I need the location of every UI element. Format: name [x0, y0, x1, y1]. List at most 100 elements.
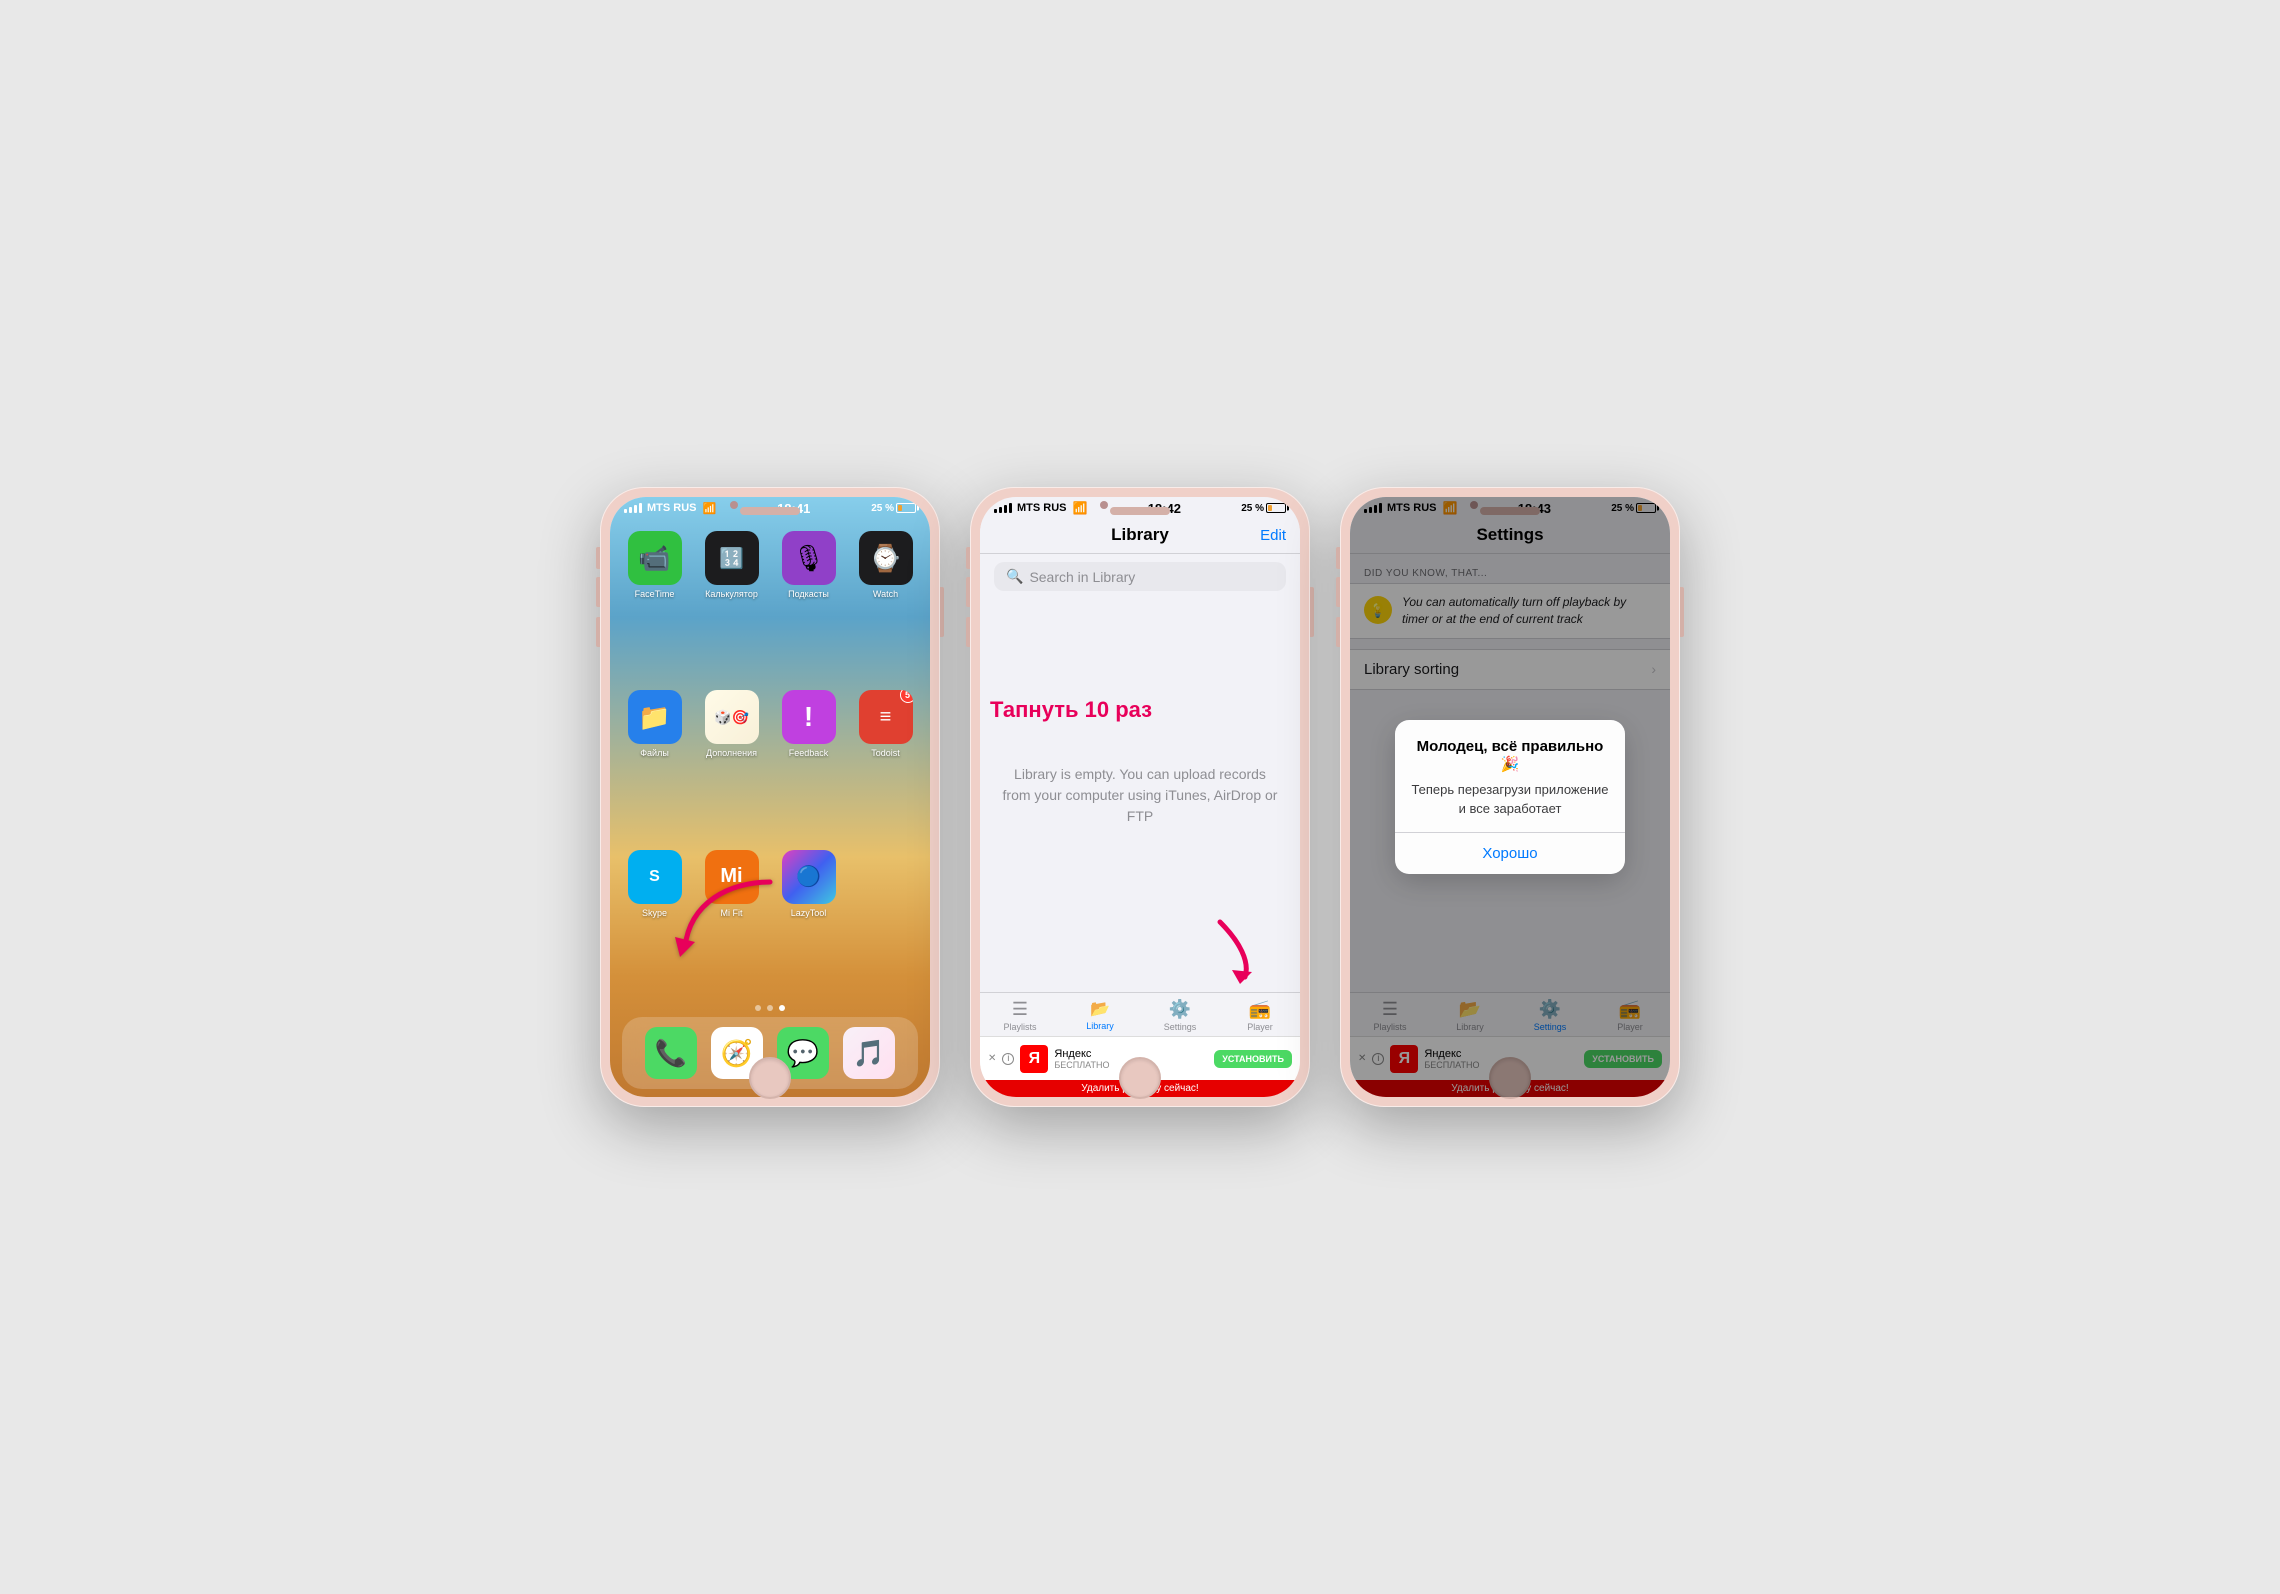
- tab-settings-2[interactable]: ⚙️ Settings: [1140, 999, 1220, 1032]
- calculator-icon: 🔢: [705, 531, 759, 585]
- search-bar[interactable]: 🔍 Search in Library: [994, 562, 1286, 591]
- mute-button[interactable]: [596, 547, 600, 569]
- skype-label: Skype: [642, 908, 667, 919]
- phone-3-vol-dn[interactable]: [1336, 617, 1340, 647]
- library-screen: MTS RUS 📶 18:42 25 % Library Edit: [980, 497, 1300, 1097]
- battery-label-2: 25 %: [1241, 503, 1264, 514]
- tab-player-label: Player: [1247, 1022, 1273, 1032]
- lazytool-label: LazyTool: [791, 908, 827, 919]
- podcasts-icon: 🎙: [782, 531, 836, 585]
- feedback-label: Feedback: [789, 748, 829, 759]
- phone-2-vol-up[interactable]: [966, 577, 970, 607]
- ad-info-icon[interactable]: i: [1002, 1053, 1014, 1065]
- phone-3-mute[interactable]: [1336, 547, 1340, 569]
- app-watch[interactable]: ⌚ Watch: [855, 531, 916, 674]
- time-2: 18:42: [1148, 501, 1181, 516]
- dot-2: [767, 1005, 773, 1011]
- todoist-icon: ≡ 5: [859, 690, 913, 744]
- tap-annotation: Тапнуть 10 раз: [990, 697, 1152, 723]
- library-nav-bar: Library Edit: [980, 519, 1300, 554]
- search-placeholder: Search in Library: [1029, 569, 1135, 585]
- time-display: 18:41: [777, 501, 810, 516]
- phone-2-power[interactable]: [1310, 587, 1314, 637]
- phone-1-screen: MTS RUS 📶 18:41 25 % 📹 FaceTime: [610, 497, 930, 1097]
- ad-close-icon[interactable]: ✕: [988, 1053, 996, 1064]
- signal-indicator: MTS RUS 📶: [624, 502, 716, 515]
- volume-down-button[interactable]: [596, 617, 600, 647]
- phone-1: MTS RUS 📶 18:41 25 % 📹 FaceTime: [600, 487, 940, 1107]
- phone-3-screen: MTS RUS 📶 18:43 25 % Settings DID YOU KN…: [1350, 497, 1670, 1097]
- addons-icon: 🎲🎯: [705, 690, 759, 744]
- addons-label: Дополнения: [706, 748, 757, 759]
- player-icon: 📻: [1249, 999, 1271, 1020]
- dot-3: [779, 1005, 785, 1011]
- alert-dialog: Молодец, всё правильно 🎉 Теперь перезагр…: [1395, 720, 1625, 873]
- tab-library-2[interactable]: 📂 Library: [1060, 999, 1140, 1032]
- facetime-label: FaceTime: [635, 589, 675, 600]
- power-button[interactable]: [940, 587, 944, 637]
- alert-title: Молодец, всё правильно 🎉: [1411, 738, 1609, 773]
- tab-library-label: Library: [1086, 1021, 1114, 1031]
- tab-player-2[interactable]: 📻 Player: [1220, 999, 1300, 1032]
- arrow-annotation: [670, 872, 790, 977]
- files-label: Файлы: [640, 748, 669, 759]
- install-button-2[interactable]: УСТАНОВИТЬ: [1214, 1050, 1292, 1068]
- phone-2-mute[interactable]: [966, 547, 970, 569]
- tab-playlists-label: Playlists: [1003, 1022, 1036, 1032]
- app-facetime[interactable]: 📹 FaceTime: [624, 531, 685, 674]
- battery-fill: [898, 505, 902, 511]
- alert-ok-button[interactable]: Хорошо: [1395, 833, 1625, 874]
- playlists-icon: ☰: [1012, 999, 1028, 1020]
- files-icon: 📁: [628, 690, 682, 744]
- dock-music[interactable]: 🎵: [843, 1027, 895, 1079]
- phone-3: MTS RUS 📶 18:43 25 % Settings DID YOU KN…: [1340, 487, 1680, 1107]
- carrier-name: MTS RUS: [647, 502, 697, 514]
- todoist-label: Todoist: [871, 748, 900, 759]
- home-button[interactable]: [749, 1057, 791, 1099]
- app-calculator[interactable]: 🔢 Калькулятор: [701, 531, 762, 674]
- battery-fill-2: [1268, 505, 1272, 511]
- battery-2: 25 %: [1241, 503, 1286, 514]
- phone-3-power[interactable]: [1680, 587, 1684, 637]
- app-files[interactable]: 📁 Файлы: [624, 690, 685, 833]
- alert-message: Теперь перезагрузи приложение и все зара…: [1411, 781, 1609, 817]
- tab-playlists-2[interactable]: ☰ Playlists: [980, 999, 1060, 1032]
- status-bar-2: MTS RUS 📶 18:42 25 %: [980, 497, 1300, 519]
- phone-2-screen: MTS RUS 📶 18:42 25 % Library Edit: [980, 497, 1300, 1097]
- todoist-badge: 5: [900, 690, 913, 703]
- alert-overlay: Молодец, всё правильно 🎉 Теперь перезагр…: [1350, 497, 1670, 1097]
- phone-2-vol-dn[interactable]: [966, 617, 970, 647]
- dock-phone[interactable]: 📞: [645, 1027, 697, 1079]
- carrier-2: MTS RUS: [1017, 502, 1067, 514]
- phone-3-vol-up[interactable]: [1336, 577, 1340, 607]
- settings-screen: MTS RUS 📶 18:43 25 % Settings DID YOU KN…: [1350, 497, 1670, 1097]
- home-screen: MTS RUS 📶 18:41 25 % 📹 FaceTime: [610, 497, 930, 1097]
- app-todoist[interactable]: ≡ 5 Todoist: [855, 690, 916, 833]
- dot-1: [755, 1005, 761, 1011]
- tab-bar-2: ☰ Playlists 📂 Library ⚙️ Settings 📻 Play…: [980, 992, 1300, 1036]
- library-icon: 📂: [1090, 999, 1110, 1019]
- feedback-icon: !: [782, 690, 836, 744]
- watch-label: Watch: [873, 589, 898, 600]
- volume-up-button[interactable]: [596, 577, 600, 607]
- battery-icon-2: [1266, 503, 1286, 513]
- watch-icon: ⌚: [859, 531, 913, 585]
- empty-text: Library is empty. You can upload records…: [1000, 764, 1280, 827]
- edit-button[interactable]: Edit: [1246, 527, 1286, 544]
- podcasts-label: Подкасты: [788, 589, 829, 600]
- app-feedback[interactable]: ! Feedback: [778, 690, 839, 833]
- home-button-2[interactable]: [1119, 1057, 1161, 1099]
- search-icon: 🔍: [1006, 568, 1023, 585]
- status-bar-1: MTS RUS 📶 18:41 25 %: [610, 497, 930, 519]
- phone-2-camera: [1100, 501, 1108, 509]
- app-podcasts[interactable]: 🎙 Подкасты: [778, 531, 839, 674]
- phone-2: MTS RUS 📶 18:42 25 % Library Edit: [970, 487, 1310, 1107]
- library-title: Library: [1034, 525, 1246, 545]
- calculator-label: Калькулятор: [705, 589, 758, 600]
- signal-2: MTS RUS 📶: [994, 501, 1087, 515]
- yandex-logo-2: Я: [1020, 1045, 1048, 1073]
- app-addons[interactable]: 🎲🎯 Дополнения: [701, 690, 762, 833]
- battery-label: 25 %: [871, 503, 894, 514]
- tap-text: Тапнуть 10 раз: [990, 697, 1152, 722]
- page-indicator: [610, 1005, 930, 1017]
